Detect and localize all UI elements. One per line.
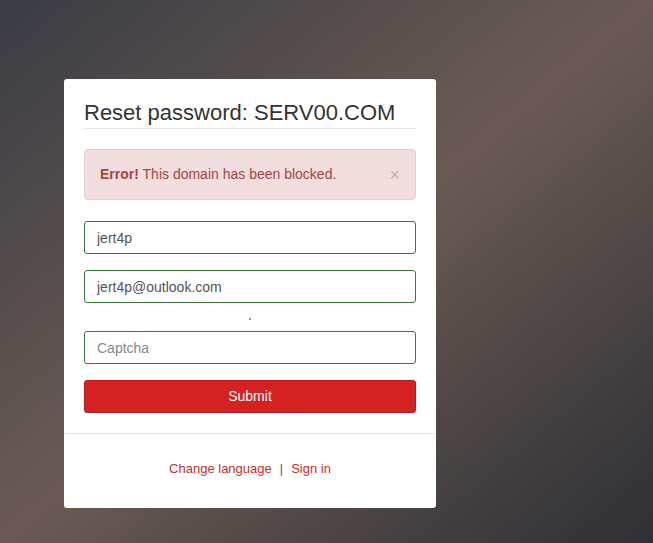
email-field[interactable] [84, 270, 416, 303]
captcha-image [249, 318, 251, 320]
captcha-field[interactable] [84, 331, 416, 364]
username-field[interactable] [84, 221, 416, 254]
divider [64, 433, 436, 434]
error-alert: Error! This domain has been blocked. × [84, 149, 416, 200]
close-icon[interactable]: × [389, 166, 400, 184]
change-language-link[interactable]: Change language [169, 459, 272, 479]
submit-button[interactable]: Submit [84, 380, 416, 413]
background-photo: Reset password: SERV00.COM Error! This d… [0, 0, 653, 543]
link-separator: | [280, 459, 283, 479]
reset-card: Reset password: SERV00.COM Error! This d… [64, 79, 436, 508]
alert-message: This domain has been blocked. [143, 166, 337, 182]
card-title: Reset password: SERV00.COM [84, 99, 416, 129]
footer-links: Change language | Sign in [64, 434, 436, 479]
alert-label: Error! [100, 166, 139, 182]
sign-in-link[interactable]: Sign in [291, 459, 331, 479]
